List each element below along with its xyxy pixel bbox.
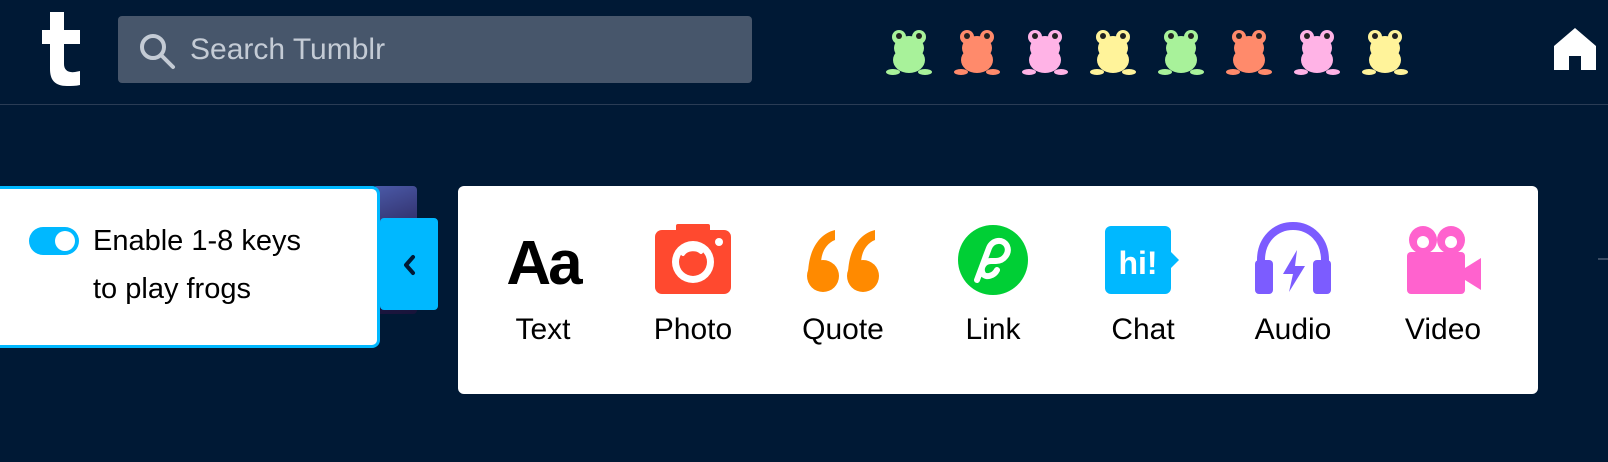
frog-keys-panel: Enable 1-8 keys to play frogs <box>0 186 380 348</box>
divider <box>1598 258 1608 260</box>
frog-3-icon[interactable] <box>1021 26 1069 76</box>
post-type-chat[interactable]: hi! Chat <box>1068 220 1218 360</box>
post-type-label: Audio <box>1254 313 1332 346</box>
chat-icon-glyph: hi! <box>1118 245 1157 281</box>
frog-8-icon[interactable] <box>1361 26 1409 76</box>
post-type-text[interactable]: Aa Text <box>468 220 618 360</box>
toggle-knob <box>55 231 75 251</box>
post-type-composer: Aa Text Photo Quote Link hi! Chat Audio … <box>458 186 1538 394</box>
post-type-label: Text <box>515 313 571 346</box>
frog-2-icon[interactable] <box>953 26 1001 76</box>
toggle-label-line-1: Enable 1-8 keys <box>93 225 301 257</box>
post-type-link[interactable]: Link <box>918 220 1068 360</box>
post-type-label: Chat <box>1111 313 1175 346</box>
link-icon <box>958 225 1028 295</box>
headphones-icon <box>1255 221 1331 294</box>
text-icon: Aa <box>506 229 583 298</box>
frog-keys-toggle-label: Enable 1-8 keys to play frogs <box>93 217 373 313</box>
text-icon-glyph: Aa <box>506 229 583 298</box>
chevron-left-icon <box>404 255 415 275</box>
quote-icon <box>807 230 879 292</box>
post-type-label: Video <box>1404 313 1482 346</box>
post-type-label: Quote <box>802 313 884 346</box>
toggle-label-line-2: to play frogs <box>93 273 251 305</box>
home-icon[interactable] <box>1552 26 1598 72</box>
top-navigation-bar <box>0 0 1608 105</box>
post-type-label: Photo <box>653 313 733 346</box>
frog-6-icon[interactable] <box>1225 26 1273 76</box>
frog-keys-bar <box>885 26 1429 76</box>
post-type-photo[interactable]: Photo <box>618 220 768 360</box>
video-camera-icon <box>1407 226 1481 294</box>
search-bar[interactable] <box>118 16 752 83</box>
search-input[interactable] <box>190 16 730 83</box>
post-type-audio[interactable]: Audio <box>1218 220 1368 360</box>
post-type-label: Link <box>965 313 1021 346</box>
frog-1-icon[interactable] <box>885 26 933 76</box>
chat-icon: hi! <box>1105 226 1179 294</box>
camera-icon <box>655 224 731 294</box>
frog-7-icon[interactable] <box>1293 26 1341 76</box>
collapse-panel-button[interactable] <box>380 218 438 310</box>
post-type-quote[interactable]: Quote <box>768 220 918 360</box>
tumblr-logo-icon[interactable] <box>40 12 84 86</box>
search-icon <box>140 34 175 69</box>
frog-4-icon[interactable] <box>1089 26 1137 76</box>
frog-keys-toggle[interactable] <box>29 227 79 255</box>
frog-5-icon[interactable] <box>1157 26 1205 76</box>
post-type-video[interactable]: Video <box>1368 220 1518 360</box>
